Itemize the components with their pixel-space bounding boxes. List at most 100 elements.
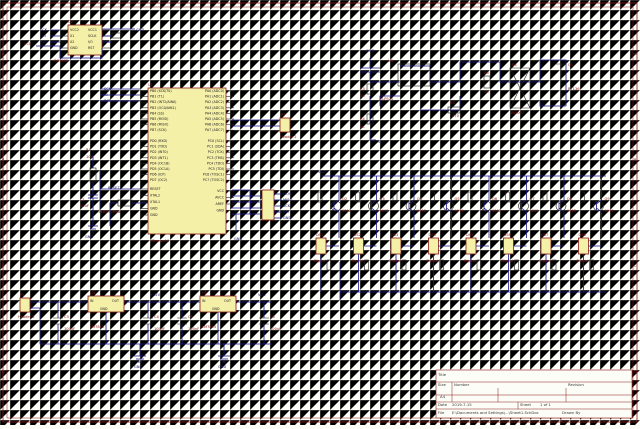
mcu-pin-right-label: AVCC (215, 196, 225, 200)
mcu-pin-left-label: PB3 (OC0/AIN1) (150, 106, 176, 110)
power-input-part: Header 2 (18, 315, 35, 319)
mcu-pin-right-label: AREF (215, 202, 224, 206)
mcu-pin-left-label: GND (150, 213, 158, 217)
crystal-val: 11.0592MHz (98, 210, 121, 214)
rtc-pin-right-label: VCC1 (88, 28, 97, 32)
bridge-val: 1N4007 (510, 111, 524, 115)
schematic-sheet: 11223344AABBCCDD U2 DS1302 VCC2 X1 X2 GND VC… (0, 0, 640, 425)
digit-part: Digital (352, 259, 364, 263)
mcu-pin-left-label: PB0 (XCK/T0) (150, 89, 172, 93)
rtc-designator: U2 (68, 20, 73, 24)
mcu-pin-left-label: PD7 (OC2) (150, 178, 167, 182)
rtc-net-vcc: VCC (24, 42, 32, 46)
mcu-pin-left-label: GND (150, 207, 158, 211)
digit-ref: DS8 (579, 233, 587, 237)
tb-sheet-label: Sheet (520, 402, 531, 407)
power-input-body (19, 297, 31, 313)
rtc-pin-right-label: SCLK (88, 34, 97, 38)
mcu-pin-right-label: PA0 (ADC0) (205, 89, 224, 93)
driver-transistor-ref: Q3 (380, 197, 385, 201)
cap-ref: C3 (64, 315, 69, 319)
mcu-pin-left-label: PB2 (INT2/AIN0) (150, 100, 176, 104)
rtc-pin-left-label: GND (70, 46, 78, 50)
driver-transistor-part: 9012 (567, 209, 576, 213)
digit-ref: DS2 (354, 233, 361, 237)
reg1-out: OUT (112, 299, 120, 303)
isp-gnd-label: GND (234, 237, 242, 241)
rtc-pin-left-label: VCC2 (70, 28, 79, 32)
zone-col-bottom: 1 (80, 419, 82, 423)
digit-body (540, 237, 552, 255)
rtc-pin-left-label: X1 (70, 34, 74, 38)
display-vcc-right: VCC (470, 170, 478, 174)
mcu-pin-right-label: VCC (217, 189, 225, 193)
cap-val: 100uF (270, 327, 281, 331)
digit-part: Digital (389, 259, 401, 263)
driver-transistor-ref: Q2 (342, 197, 347, 201)
digit-body (315, 237, 327, 255)
rtc-pin-right-label: I/O (88, 40, 93, 44)
mcu-net-rst: RST (104, 99, 112, 103)
mcu-pin-right-label: PC2 (TCK) (208, 150, 224, 154)
title-block: Title Size A4 Number Revision Date 2019-… (435, 369, 633, 419)
digit-body (503, 237, 514, 255)
gnd-label-reset: GND (85, 235, 93, 239)
mcu-pin-right-label: PA6 (ADC6) (205, 123, 224, 127)
digit-part: Digital (577, 259, 589, 263)
mcu-pin-right-label: PC5 (TDI) (208, 167, 224, 171)
mcu-pin-left-label: PD6 (ICP) (150, 173, 166, 177)
digit-ref: DS5 (466, 233, 473, 237)
digit-body (390, 237, 402, 255)
tb-date-val: 2019-7-15 (452, 402, 472, 407)
digit-part: Digital (539, 259, 551, 263)
driver-transistor-ref: Q5 (455, 197, 460, 201)
rtc-pin-left-label: X2 (70, 40, 74, 44)
cap-ref: C5 (188, 315, 193, 319)
reset-c-val: 10uF (80, 204, 89, 208)
digit-part: Digital (427, 259, 439, 263)
digit-body (465, 237, 477, 255)
mcu-pin-left-label: PD5 (OC1A) (150, 167, 170, 171)
reset-r-ref: R1 (86, 148, 91, 152)
cap-val: 100uF (64, 327, 75, 331)
rtc-net-gnd: GND (136, 28, 144, 32)
triac-designator: Q1 (568, 63, 573, 67)
header-body (279, 117, 291, 133)
opto-r2-val: 1K (360, 125, 365, 129)
triac-part: BT136 (568, 87, 580, 91)
mcu-pin-left-label: XTAL1 (150, 200, 160, 204)
tb-date-label: Date (438, 402, 448, 407)
driver-transistor-ref: Q6 (492, 197, 498, 201)
isp-net-label: MISO (283, 198, 292, 202)
digit-part: Digital (314, 259, 326, 263)
power-gnd-2: GND (218, 365, 226, 369)
cap-ref: C6 (270, 315, 276, 319)
mcu-pin-right-label: PC4 (TDO) (207, 161, 224, 165)
mcu-pin-right-label: PC3 (TMS) (207, 156, 224, 160)
mcu-pin-left-label: PB5 (MOSI) (150, 117, 168, 121)
zone-col-top: 3 (400, 3, 402, 7)
schematic-canvas: 11223344A AB BC CD D U2 DS1302 VCC2X1X2GNDVC… (0, 0, 640, 425)
power-input-ref: P1 (20, 293, 24, 297)
mcu-pin-right-label: PC1 (SDA) (207, 145, 224, 149)
mcu-pin-left-label: XTAL2 (150, 194, 160, 198)
mcu-net-sck: SCK (104, 87, 112, 91)
mcu-designator: U1 (148, 83, 153, 87)
tb-file-label: File (438, 410, 445, 415)
zone-col-top: 1 (80, 3, 82, 7)
digit-body (578, 237, 589, 255)
driver-transistor-ref: Q8 (567, 197, 573, 201)
mcu-pin-left-label: PD4 (OC1B) (150, 161, 170, 165)
rail-12v: +12V (150, 293, 161, 297)
digit-ref: DS1 (316, 233, 323, 237)
zone-col-top: 2 (240, 3, 242, 7)
tb-title-label: Title (437, 372, 447, 377)
mcu-pin-right-label: PA2 (ADC2) (205, 100, 224, 104)
tb-sheet-val: 1 of 1 (540, 402, 551, 407)
driver-transistor-part: 9012 (417, 209, 426, 213)
mcu-pin-left-label: PD1 (TXD) (150, 145, 167, 149)
mcu-pin-right-label: PA5 (ADC5) (205, 117, 224, 121)
mcu-net-io: IO (104, 93, 108, 97)
opto-r3-val: 470 (452, 114, 460, 118)
isp-net-label: GND (283, 216, 291, 220)
